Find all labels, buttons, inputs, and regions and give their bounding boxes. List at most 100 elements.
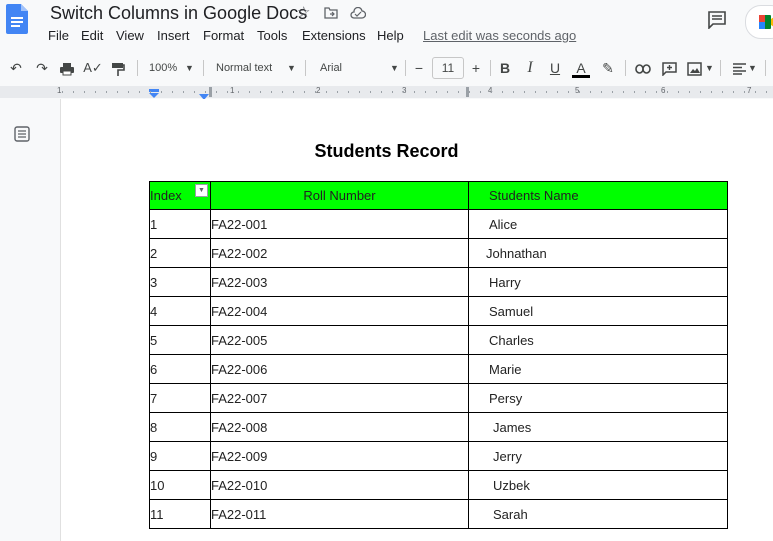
index-cell[interactable]: 3 xyxy=(149,267,211,297)
index-cell[interactable]: 4 xyxy=(149,296,211,326)
students-table[interactable]: Index ▼ Roll Number Students Name 1 FA22-… xyxy=(149,181,728,529)
ruler-tick xyxy=(623,91,624,93)
ruler-tick xyxy=(194,91,195,93)
document-title[interactable]: Switch Columns in Google Docs xyxy=(50,3,307,24)
font-select[interactable]: Arial xyxy=(320,56,342,80)
roll-number-cell[interactable]: FA22-003 xyxy=(210,267,469,297)
roll-number-cell[interactable]: FA22-001 xyxy=(210,209,469,239)
menu-extensions[interactable]: Extensions xyxy=(302,28,366,43)
comments-icon[interactable] xyxy=(707,11,727,34)
undo-icon[interactable]: ↶ xyxy=(6,56,26,80)
redo-icon[interactable]: ↷ xyxy=(32,56,52,80)
font-chevron-down-icon[interactable]: ▼ xyxy=(390,56,399,80)
ruler-tick xyxy=(315,91,316,93)
italic-icon[interactable]: I xyxy=(521,56,539,80)
table-row: 9 FA22-009 Jerry xyxy=(149,441,728,471)
move-to-folder-icon[interactable] xyxy=(324,6,338,24)
zoom-chevron-down-icon[interactable]: ▼ xyxy=(185,56,194,80)
index-cell[interactable]: 6 xyxy=(149,354,211,384)
spellcheck-icon[interactable]: A✓ xyxy=(83,56,103,80)
style-chevron-down-icon[interactable]: ▼ xyxy=(287,56,296,80)
ruler-tick xyxy=(722,91,723,93)
align-chevron-down-icon[interactable]: ▼ xyxy=(748,56,757,80)
zoom-select[interactable]: 100% xyxy=(149,56,177,80)
menu-edit[interactable]: Edit xyxy=(81,28,103,43)
menu-help[interactable]: Help xyxy=(377,28,404,43)
header-index[interactable]: Index ▼ xyxy=(149,181,211,210)
student-name-cell[interactable]: James xyxy=(468,412,728,442)
ruler-label: 6 xyxy=(661,86,666,95)
index-cell[interactable]: 9 xyxy=(149,441,211,471)
image-chevron-down-icon[interactable]: ▼ xyxy=(705,56,714,80)
doc-heading[interactable]: Students Record xyxy=(0,141,773,162)
student-name-cell[interactable]: Sarah xyxy=(468,499,728,529)
decrease-font-size-button[interactable]: − xyxy=(410,56,428,80)
paint-format-icon[interactable] xyxy=(108,56,128,80)
header-roll-number[interactable]: Roll Number xyxy=(210,181,469,210)
toolbar-divider xyxy=(490,60,491,76)
student-name-cell[interactable]: Marie xyxy=(468,354,728,384)
roll-number-cell[interactable]: FA22-009 xyxy=(210,441,469,471)
table-row: 8 FA22-008 James xyxy=(149,412,728,442)
header-students-name[interactable]: Students Name xyxy=(468,181,728,210)
align-left-icon[interactable] xyxy=(729,56,749,80)
student-name-cell[interactable]: Samuel xyxy=(468,296,728,326)
ruler-tick xyxy=(645,91,646,93)
menu-view[interactable]: View xyxy=(116,28,144,43)
student-name-cell[interactable]: Alice xyxy=(468,209,728,239)
ruler-tick xyxy=(502,91,503,93)
roll-number-cell[interactable]: FA22-007 xyxy=(210,383,469,413)
menu-file[interactable]: File xyxy=(48,28,69,43)
underline-icon[interactable]: U xyxy=(546,56,564,80)
index-cell[interactable]: 7 xyxy=(149,383,211,413)
toolbar-divider xyxy=(720,60,721,76)
student-name-cell[interactable]: Persy xyxy=(468,383,728,413)
add-comment-icon[interactable] xyxy=(659,56,679,80)
table-row: 2 FA22-002 Johnathan xyxy=(149,238,728,268)
docs-logo-icon[interactable] xyxy=(6,4,28,34)
meet-icon[interactable] xyxy=(745,5,773,39)
student-name-cell[interactable]: Harry xyxy=(468,267,728,297)
student-name-cell[interactable]: Johnathan xyxy=(468,238,728,268)
menu-format[interactable]: Format xyxy=(203,28,244,43)
index-cell[interactable]: 5 xyxy=(149,325,211,355)
index-cell[interactable]: 2 xyxy=(149,238,211,268)
text-color-icon[interactable]: A xyxy=(571,56,591,80)
print-icon[interactable] xyxy=(57,56,77,80)
student-name-cell[interactable]: Uzbek xyxy=(468,470,728,500)
last-edit-link[interactable]: Last edit was seconds ago xyxy=(423,28,576,43)
table-column-marker[interactable] xyxy=(209,87,212,97)
roll-number-cell[interactable]: FA22-002 xyxy=(210,238,469,268)
index-cell[interactable]: 8 xyxy=(149,412,211,442)
roll-number-cell[interactable]: FA22-010 xyxy=(210,470,469,500)
index-cell[interactable]: 1 xyxy=(149,209,211,239)
font-size-input[interactable]: 11 xyxy=(432,57,464,79)
cloud-saved-icon[interactable] xyxy=(350,6,367,24)
toolbar: ↶ ↷ A✓ 100% ▼ Normal text ▼ Arial ▼ − 11… xyxy=(0,56,773,80)
ruler-tick xyxy=(590,91,591,93)
roll-number-cell[interactable]: FA22-005 xyxy=(210,325,469,355)
style-select[interactable]: Normal text xyxy=(216,56,272,80)
ruler[interactable]: 1 1 2 3 4 5 6 7 xyxy=(0,86,773,100)
student-name-cell[interactable]: Charles xyxy=(468,325,728,355)
ruler-tick xyxy=(370,91,371,93)
cell-menu-chevron-down-icon[interactable]: ▼ xyxy=(195,184,208,197)
index-cell[interactable]: 11 xyxy=(149,499,211,529)
roll-number-cell[interactable]: FA22-006 xyxy=(210,354,469,384)
insert-link-icon[interactable] xyxy=(633,56,653,80)
menu-insert[interactable]: Insert xyxy=(157,28,190,43)
star-icon[interactable]: ☆ xyxy=(297,3,310,21)
index-cell[interactable]: 10 xyxy=(149,470,211,500)
increase-font-size-button[interactable]: + xyxy=(467,56,485,80)
roll-number-cell[interactable]: FA22-004 xyxy=(210,296,469,326)
highlight-color-icon[interactable]: ✎ xyxy=(598,56,618,80)
bold-icon[interactable]: B xyxy=(496,56,514,80)
insert-image-icon[interactable] xyxy=(684,56,704,80)
student-name-cell[interactable]: Jerry xyxy=(468,441,728,471)
roll-number-cell[interactable]: FA22-008 xyxy=(210,412,469,442)
ruler-tick xyxy=(513,91,514,93)
ruler-tick xyxy=(73,91,74,93)
ruler-tick xyxy=(95,91,96,93)
menu-tools[interactable]: Tools xyxy=(257,28,287,43)
roll-number-cell[interactable]: FA22-011 xyxy=(210,499,469,529)
